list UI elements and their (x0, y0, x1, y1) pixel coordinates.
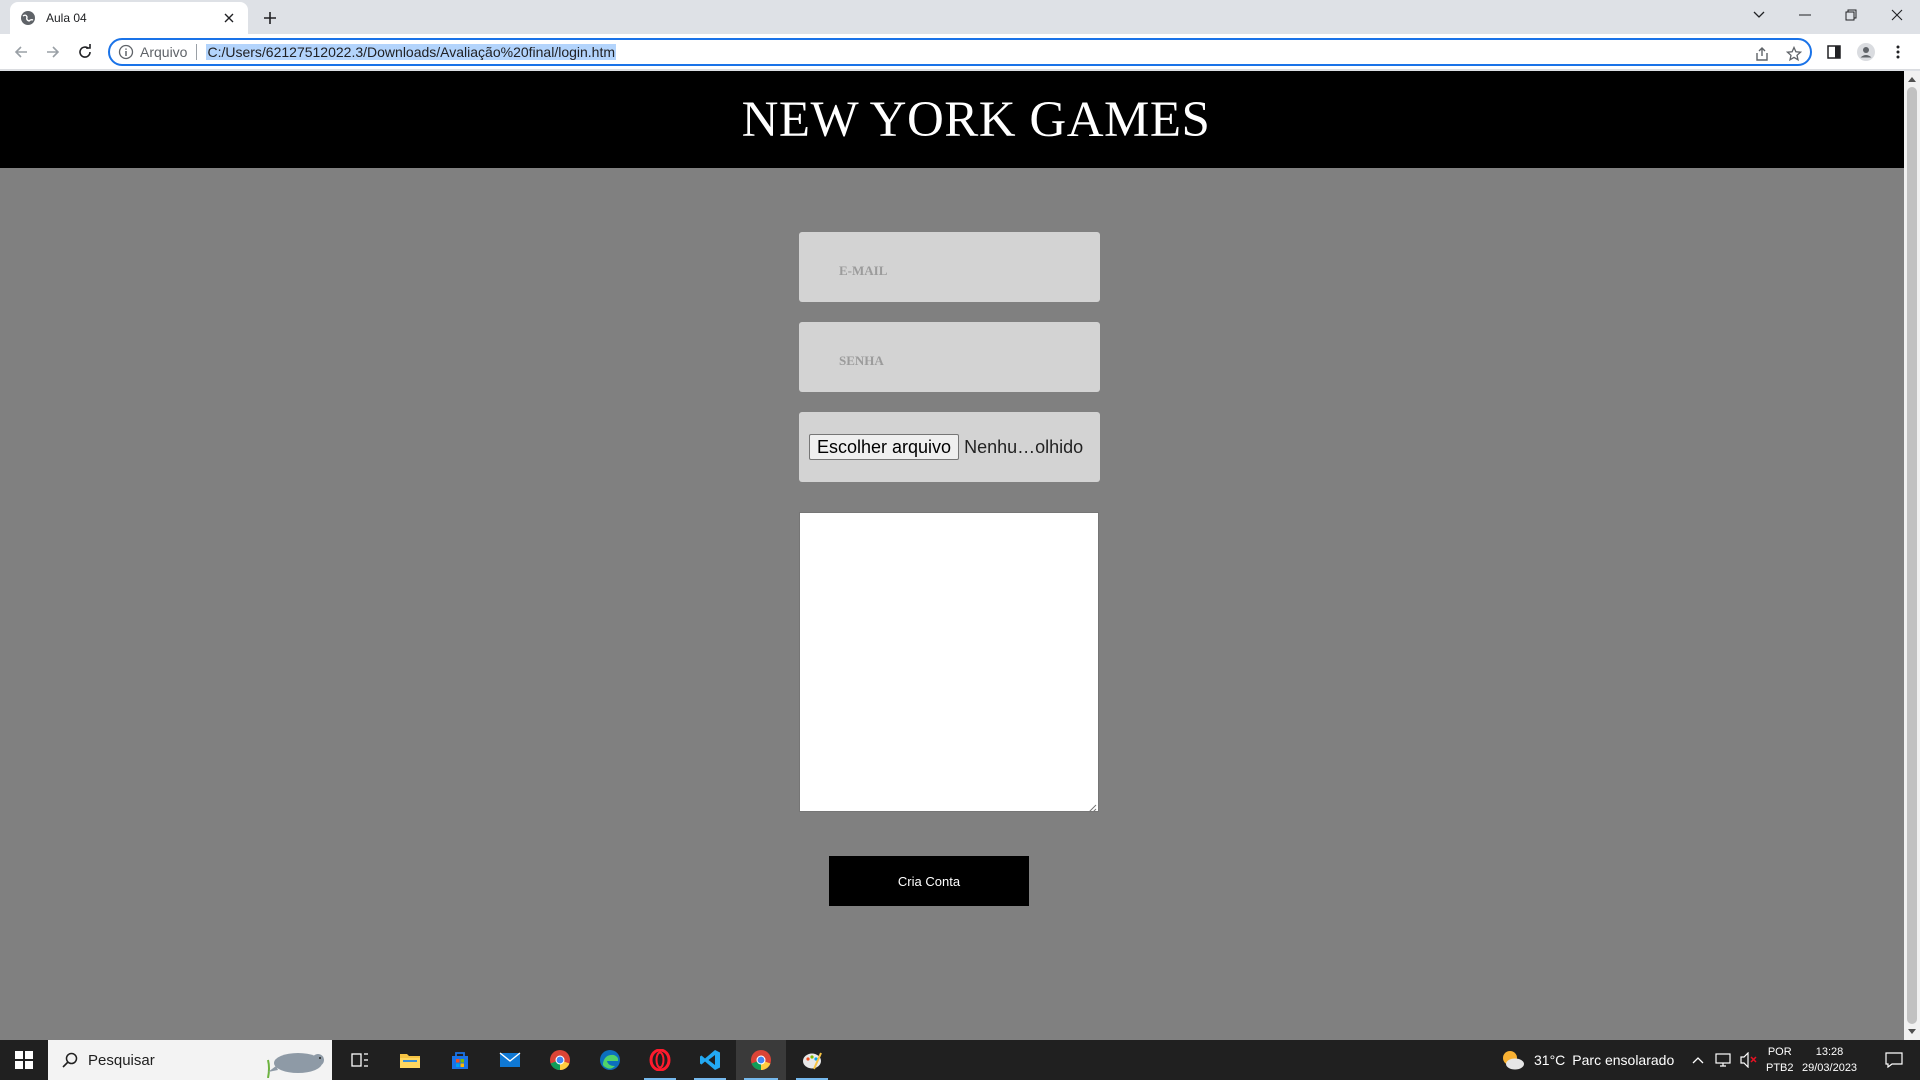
language-indicator[interactable]: POR PTB2 (1766, 1040, 1794, 1080)
close-icon[interactable] (220, 9, 238, 27)
edge-icon[interactable] (586, 1040, 634, 1080)
email-placeholder: E-MAIL (839, 263, 888, 278)
vscode-icon[interactable] (686, 1040, 734, 1080)
weather-temp: 31°C (1534, 1052, 1566, 1068)
chrome-icon[interactable] (536, 1040, 584, 1080)
star-icon[interactable] (1782, 42, 1806, 66)
minimize-icon[interactable] (1782, 0, 1828, 30)
language-bottom: PTB2 (1766, 1062, 1794, 1074)
message-textarea[interactable] (799, 512, 1099, 813)
page-title: NEW YORK GAMES (741, 91, 1211, 148)
scheme-label: Arquivo (140, 44, 188, 60)
chevron-up-icon[interactable] (1692, 1040, 1704, 1080)
taskbar-search[interactable]: Pesquisar (48, 1040, 332, 1080)
clock[interactable]: 13:28 29/03/2023 (1802, 1040, 1857, 1080)
scroll-down-icon[interactable] (1904, 1024, 1920, 1040)
scrollbar-thumb[interactable] (1907, 87, 1917, 1024)
scroll-up-icon[interactable] (1904, 71, 1920, 87)
password-placeholder: SENHA (839, 353, 884, 368)
mail-icon[interactable] (486, 1040, 534, 1080)
search-icon (62, 1052, 78, 1068)
restore-icon[interactable] (1828, 0, 1874, 30)
chrome-active-icon[interactable] (736, 1040, 786, 1080)
clock-date: 29/03/2023 (1802, 1062, 1858, 1074)
choose-file-button[interactable]: Escolher arquivo (809, 434, 960, 460)
profile-icon[interactable] (1852, 38, 1880, 66)
network-icon[interactable] (1714, 1040, 1732, 1080)
info-icon[interactable] (118, 44, 134, 60)
paint-icon[interactable] (788, 1040, 836, 1080)
chevron-down-icon[interactable] (1736, 0, 1782, 30)
create-account-button[interactable]: Cria Conta (829, 856, 1029, 906)
file-explorer-icon[interactable] (386, 1040, 434, 1080)
opera-icon[interactable] (636, 1040, 684, 1080)
reload-icon[interactable] (71, 38, 99, 66)
page-viewport: NEW YORK GAMES E-MAIL SENHA Escolher arq… (0, 71, 1904, 1040)
address-bar[interactable]: Arquivo C:/Users/62127512022.3/Downloads… (108, 38, 1812, 66)
menu-dots-icon[interactable] (1884, 38, 1912, 66)
browser-toolbar: Arquivo C:/Users/62127512022.3/Downloads… (0, 34, 1920, 70)
side-panel-icon[interactable] (1820, 38, 1848, 66)
page-scrollbar[interactable] (1904, 71, 1920, 1040)
plus-icon[interactable] (258, 6, 282, 30)
notification-icon[interactable] (1874, 1040, 1914, 1080)
task-view-icon[interactable] (336, 1040, 384, 1080)
email-field[interactable]: E-MAIL (799, 232, 1100, 302)
weather-description: Parc ensolarado (1572, 1052, 1675, 1068)
forward-arrow-icon[interactable] (39, 38, 67, 66)
search-placeholder: Pesquisar (88, 1051, 155, 1069)
browser-tab-bar: Aula 04 (0, 0, 1920, 34)
weather-icon (1500, 1049, 1526, 1071)
resize-handle-icon[interactable] (1087, 800, 1097, 813)
language-top: POR (1767, 1046, 1792, 1058)
browser-tab[interactable]: Aula 04 (10, 2, 248, 34)
weather-widget[interactable]: 31°C Parc ensolarado (1500, 1040, 1674, 1080)
file-input: Escolher arquivo Nenhu…olhido (799, 412, 1100, 482)
window-close-icon[interactable] (1874, 0, 1920, 30)
share-icon[interactable] (1750, 42, 1774, 66)
store-icon[interactable] (436, 1040, 484, 1080)
speaker-icon[interactable] (1740, 1040, 1758, 1080)
page-header: NEW YORK GAMES (0, 71, 1904, 168)
tab-title: Aula 04 (46, 11, 87, 25)
file-status: Nenhu…olhido (964, 436, 1084, 457)
password-field[interactable]: SENHA (799, 322, 1100, 392)
clock-time: 13:28 (1815, 1046, 1844, 1058)
windows-start-icon[interactable] (0, 1040, 48, 1080)
manatee-art-icon (262, 1044, 326, 1079)
scheme-separator (196, 44, 198, 60)
back-arrow-icon[interactable] (7, 38, 35, 66)
url-text[interactable]: C:/Users/62127512022.3/Downloads/Avaliaç… (206, 44, 617, 60)
globe-icon (20, 10, 36, 26)
taskbar: Pesquisar 31°C Parc ensolarado POR PTB2 … (0, 1040, 1920, 1080)
